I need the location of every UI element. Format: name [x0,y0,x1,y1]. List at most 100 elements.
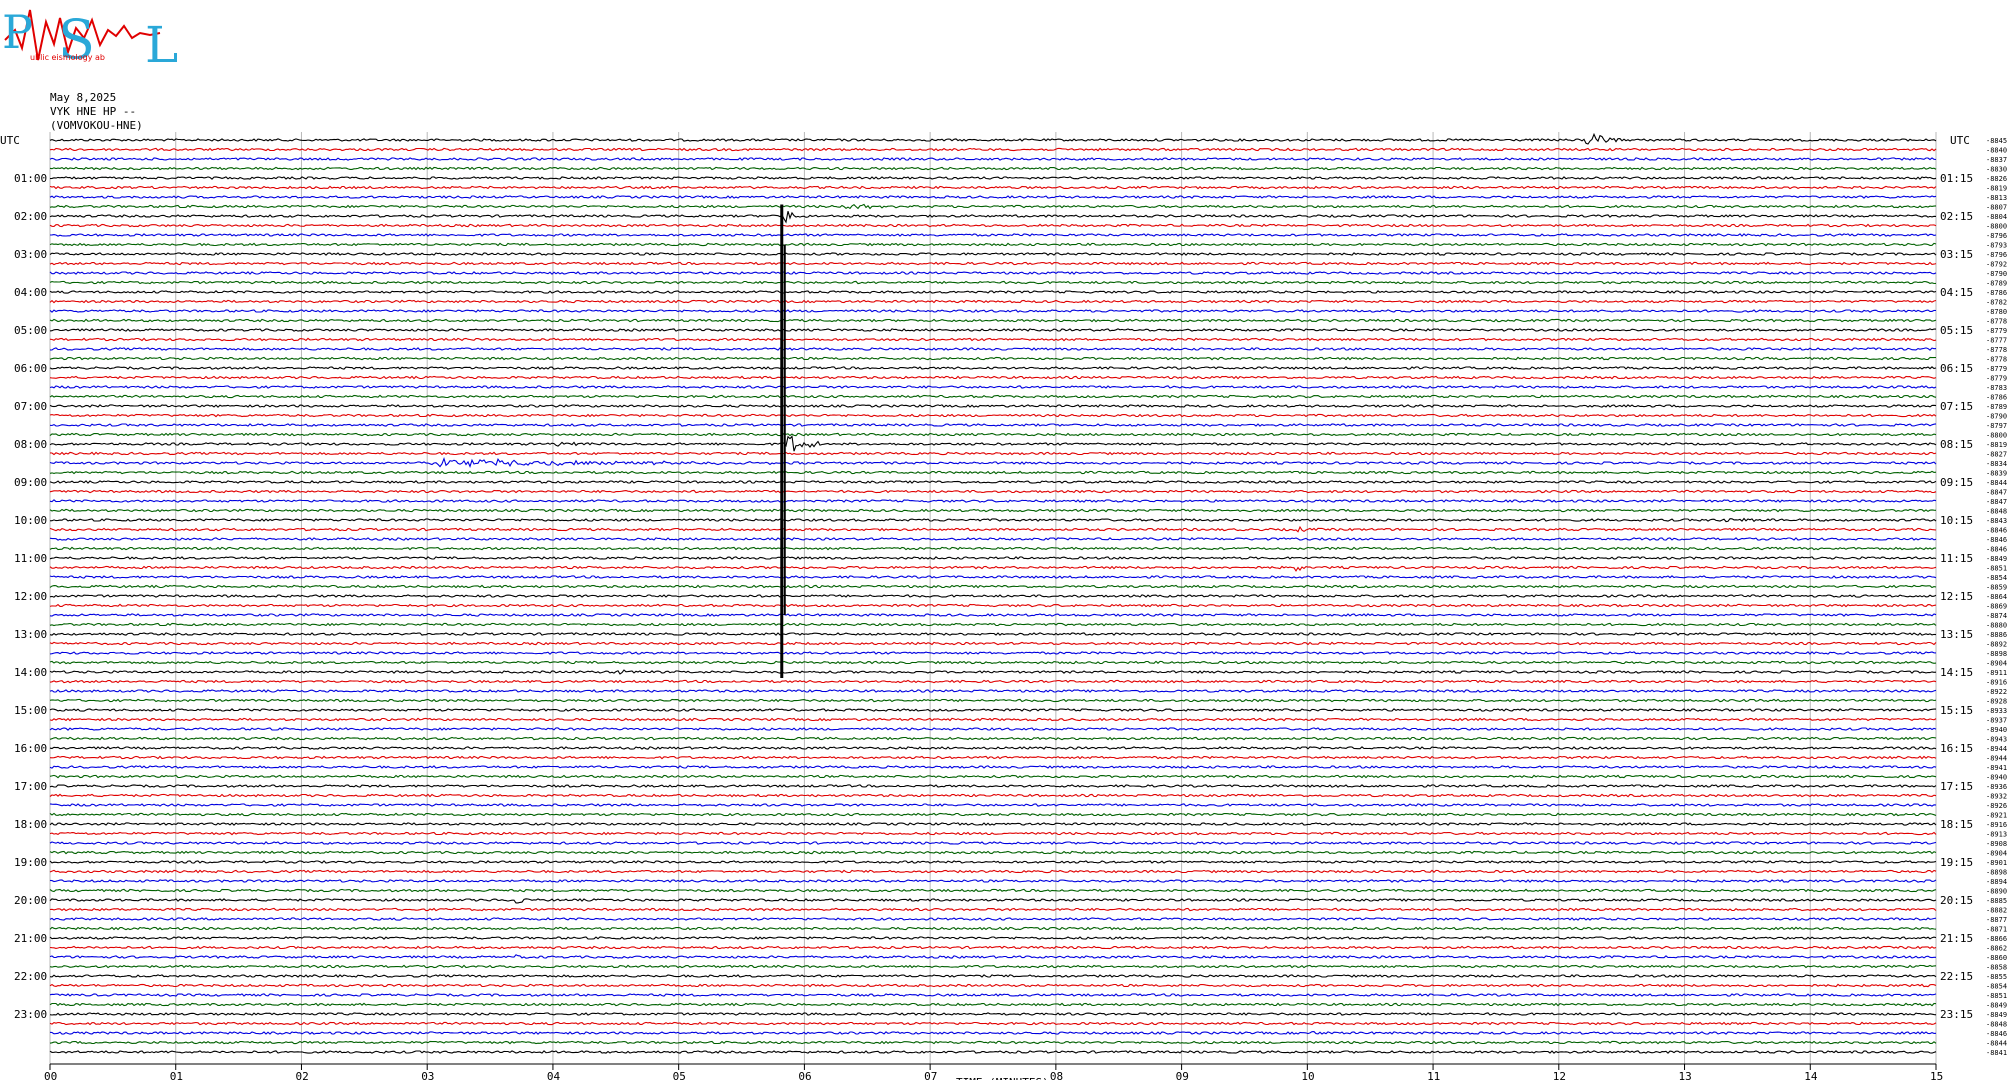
trace-line [49,869,1937,874]
trace-offset-label: -8932 [1986,793,2007,801]
trace-offset-label: -8898 [1986,869,2007,877]
hour-label-right: 07:15 [1940,400,1973,413]
trace-offset-label: -8819 [1986,185,2007,193]
trace-line [49,907,1937,912]
trace-offset-label: -8778 [1986,356,2007,364]
trace-line [49,195,1937,199]
trace-line [49,575,1937,579]
trace-offset-label: -8904 [1986,660,2007,668]
trace-offset-label: -8844 [1986,479,2007,487]
x-axis-title: TIME (MINUTES) [956,1076,1049,1080]
hour-label-left: 11:00 [14,552,47,565]
trace-line [49,632,1937,636]
trace-offset-label: -8874 [1986,612,2007,620]
station-code: VYK HNE HP -- [50,105,137,118]
trace-line [49,803,1937,807]
hour-label-right: 17:15 [1940,780,1973,793]
trace-offset-label: -8779 [1986,375,2007,383]
trace-offset-label: -8871 [1986,926,2007,934]
trace-line [49,822,1937,826]
trace-offset-label: -8846 [1986,546,2007,554]
trace-line [49,831,1937,836]
hour-label-right: 08:15 [1940,438,1973,451]
trace-line [49,556,1937,560]
trace-line [49,850,1937,855]
x-tick-label: 15 [1930,1070,1943,1080]
hour-label-right: 22:15 [1940,970,1973,983]
trace-line [49,746,1937,750]
trace-offset-label: -8922 [1986,688,2007,696]
trace-offset-label: -8843 [1986,517,2007,525]
trace-line [49,945,1937,950]
trace-line [49,698,1937,703]
x-tick-label: 08 [1050,1070,1063,1080]
trace-line [49,1012,1937,1016]
hour-label-right: 10:15 [1940,514,1973,527]
trace-offset-label: -8858 [1986,964,2007,972]
trace-offset-label: -8916 [1986,679,2007,687]
trace-line [49,309,1937,313]
hour-label-left: 20:00 [14,894,47,907]
trace-offset-label: -8813 [1986,194,2007,202]
trace-offset-label: -8786 [1986,289,2007,297]
trace-offset-label: -8847 [1986,489,2007,497]
trace-offset-label: -8789 [1986,280,2007,288]
helicorder-plot: UTC UTC 01:00 02:00 03:00 04:00 05:00 06:00 07:0… [0,132,2007,1080]
trace-line [49,525,1937,533]
trace-offset-label: -8904 [1986,850,2007,858]
hour-label-right: 12:15 [1940,590,1973,603]
trace-offset-label: -8916 [1986,821,2007,829]
trace-line [49,898,1937,904]
trace-line [49,223,1937,228]
hour-label-left: 01:00 [14,172,47,185]
trace-offset-label: -8886 [1986,631,2007,639]
trace-line [49,537,1937,541]
trace-offset-label: -8830 [1986,166,2007,174]
trace-line [49,489,1937,494]
hour-label-right: 02:15 [1940,210,1973,223]
trace-line [49,774,1937,779]
trace-line [49,660,1937,665]
plot-grid [49,132,1937,1064]
psl-logo: P S L ublic eismology ab [2,5,178,70]
trace-line [49,470,1937,475]
hour-label-left: 02:00 [14,210,47,223]
trace-line [49,1050,1937,1054]
trace-line [49,974,1937,978]
trace-offset-label: -8849 [1986,1011,2007,1019]
trace-offset-label: -8846 [1986,536,2007,544]
trace-line [49,565,1937,572]
trace-offset-label: -8779 [1986,365,2007,373]
hour-label-right: 09:15 [1940,476,1973,489]
trace-line [49,993,1937,997]
x-tick-label: 13 [1679,1070,1692,1080]
trace-line [49,211,1937,224]
trace-offset-label: -8847 [1986,498,2007,506]
hour-label-right: 04:15 [1940,286,1973,299]
seismic-traces [49,132,1937,1054]
trace-offset-label: -8792 [1986,261,2007,269]
trace-line [49,669,1937,675]
trace-line [49,594,1937,598]
hour-label-right: 11:15 [1940,552,1973,565]
trace-offset-label: -8846 [1986,527,2007,535]
trace-line [49,708,1936,712]
trace-line [49,261,1937,266]
hour-label-right: 14:15 [1940,666,1973,679]
trace-offset-label: -8848 [1986,508,2007,516]
trace-offset-label: -8880 [1986,622,2007,630]
hour-label-left: 16:00 [14,742,47,755]
trace-line [49,651,1937,655]
trace-line [49,717,1937,722]
trace-offset-label: -8800 [1986,432,2007,440]
trace-line [49,622,1937,627]
trace-line [49,964,1937,969]
trace-offset-label: -8898 [1986,650,2007,658]
trace-line [49,404,1937,408]
hour-label-left: 05:00 [14,324,47,337]
trace-offset-label: -8943 [1986,736,2007,744]
trace-offset-label: -8804 [1986,213,2007,221]
logo-letter-l: L [145,16,178,70]
trace-line [49,1021,1937,1026]
hour-label-right: 18:15 [1940,818,1973,831]
